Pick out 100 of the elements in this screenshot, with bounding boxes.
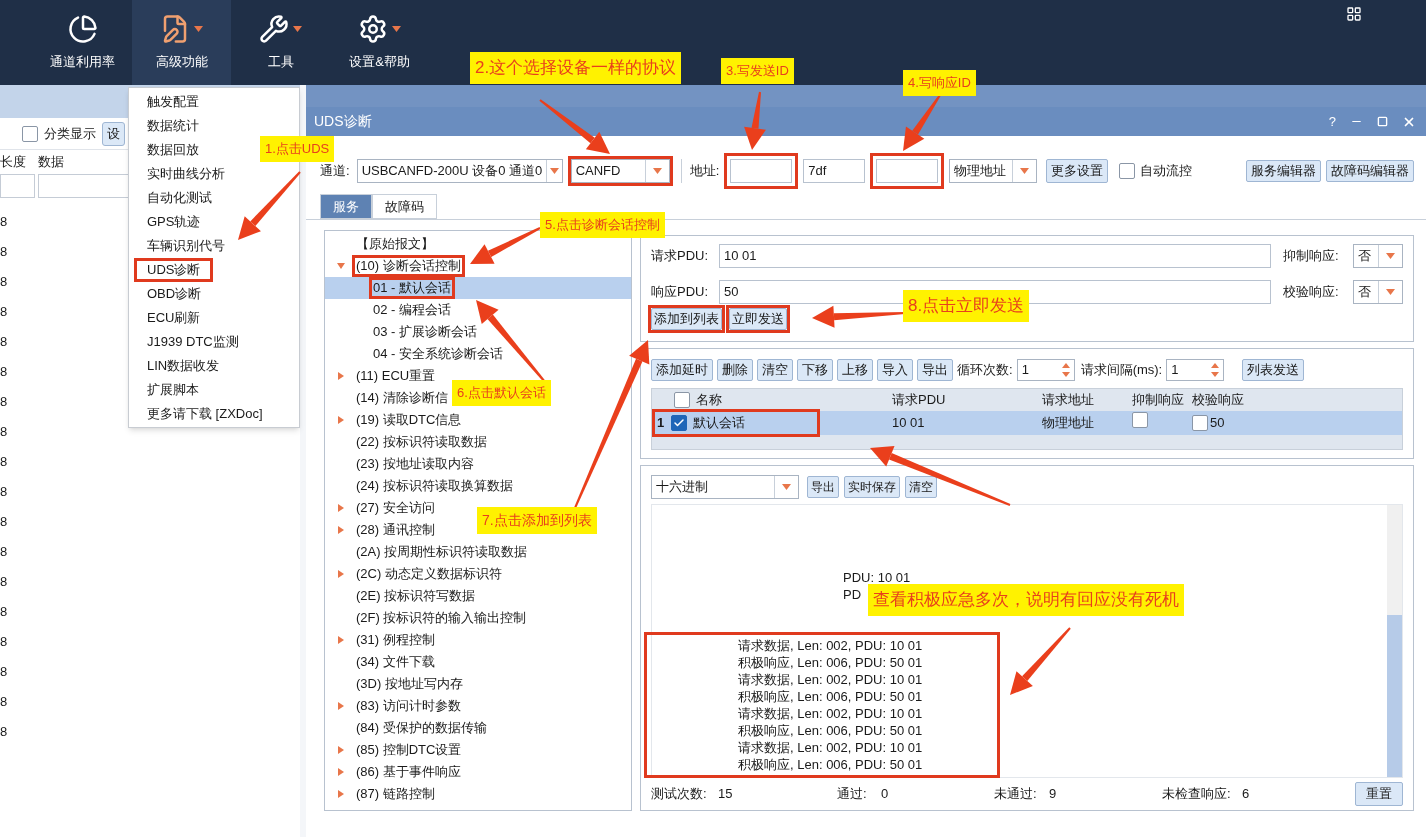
toolbar-button[interactable]: 删除 <box>717 359 753 381</box>
yes-no-select[interactable]: 否 <box>1353 280 1403 304</box>
menu-item[interactable]: 车辆识别代号 <box>147 236 225 256</box>
response-id-field[interactable] <box>876 159 939 183</box>
tree-item[interactable]: 01 - 默认会话 <box>373 278 451 298</box>
tab[interactable]: 服务 <box>320 194 372 219</box>
menu-item[interactable]: LIN数据收发 <box>147 356 220 376</box>
tree-item[interactable]: (2E) 按标识符写数据 <box>356 586 476 606</box>
tab[interactable]: 故障码 <box>372 194 437 219</box>
collapsed-caret-icon[interactable] <box>337 504 345 512</box>
request-id-field[interactable] <box>730 159 793 183</box>
tree-item[interactable]: (27) 安全访问 <box>356 498 435 518</box>
tree-item[interactable]: (86) 基于事件响应 <box>356 762 461 782</box>
menu-item[interactable]: ECU刷新 <box>147 308 201 328</box>
toolbar-button[interactable]: 实时保存 <box>844 476 900 498</box>
menu-item[interactable]: J1939 DTC监测 <box>147 332 239 352</box>
toolbar-item[interactable]: 高级功能 <box>132 0 231 85</box>
toolbar-item[interactable]: 工具 <box>231 0 330 85</box>
toolbar-button[interactable]: 故障码编辑器 <box>1326 160 1414 182</box>
checkbox[interactable] <box>1192 415 1208 431</box>
checkbox[interactable] <box>1132 412 1148 429</box>
protocol-select[interactable]: CANFD <box>570 159 670 183</box>
tree-item[interactable]: (85) 控制DTC设置 <box>356 740 462 760</box>
grid-icon[interactable] <box>1346 6 1362 22</box>
expanded-caret-icon[interactable] <box>337 262 345 270</box>
menu-item[interactable]: 更多请下载 [ZXDoc] <box>147 404 263 424</box>
menu-item[interactable]: 触发配置 <box>147 92 199 112</box>
tree-item[interactable]: (2F) 按标识符的输入输出控制 <box>356 608 527 628</box>
collapsed-caret-icon[interactable] <box>337 790 345 798</box>
selected-row-highlight[interactable]: 01 - 默认会话 <box>325 277 631 299</box>
table-row[interactable]: 1 默认会话 10 01 物理地址 50 <box>652 411 1402 435</box>
checkbox[interactable] <box>1119 163 1136 179</box>
collapsed-caret-icon[interactable] <box>337 702 345 710</box>
toolbar-item[interactable]: 通道利用率 <box>33 0 132 85</box>
tree-item[interactable]: (14) 清除诊断信 <box>356 388 448 408</box>
toolbar-button[interactable]: 导入 <box>877 359 913 381</box>
scrollbar[interactable] <box>1387 505 1402 777</box>
collapsed-caret-icon[interactable] <box>337 526 345 534</box>
tree-item[interactable]: 02 - 编程会话 <box>373 300 451 320</box>
tree-item[interactable]: (3D) 按地址写内存 <box>356 674 463 694</box>
collapsed-caret-icon[interactable] <box>337 768 345 776</box>
tree-item[interactable]: 04 - 安全系统诊断会话 <box>373 344 503 364</box>
tree-item[interactable]: (10) 诊断会话控制 <box>356 256 461 276</box>
number-field[interactable]: 1 <box>1016 359 1075 381</box>
checkbox[interactable] <box>671 415 687 431</box>
menu-item[interactable]: UDS诊断 <box>147 260 201 280</box>
tree-item[interactable]: (23) 按地址读取内容 <box>356 454 474 474</box>
menu-item[interactable]: 数据统计 <box>147 116 199 136</box>
address-type-select[interactable]: 物理地址 <box>949 159 1038 183</box>
filter-field[interactable] <box>0 174 35 198</box>
tree-item[interactable]: (2C) 动态定义数据标识符 <box>356 564 502 584</box>
toolbar-button[interactable]: 下移 <box>797 359 833 381</box>
maximize-icon[interactable] <box>1377 116 1388 128</box>
tree-item[interactable]: (34) 文件下载 <box>356 652 435 672</box>
tree-item[interactable]: (31) 例程控制 <box>356 630 435 650</box>
reset-button[interactable]: 重置 <box>1355 782 1403 806</box>
menu-item[interactable]: 自动化测试 <box>147 188 212 208</box>
tree-item[interactable]: (83) 访问计时参数 <box>356 696 461 716</box>
yes-no-select[interactable]: 否 <box>1353 244 1403 268</box>
collapsed-caret-icon[interactable] <box>337 746 345 754</box>
toolbar-button[interactable]: 导出 <box>807 476 839 498</box>
tree-item[interactable]: (87) 链路控制 <box>356 784 435 804</box>
log-line: 积极响应, Len: 006, PDU: 50 01 <box>738 756 923 773</box>
number-field[interactable]: 1 <box>1166 359 1225 381</box>
menu-item[interactable]: 数据回放 <box>147 140 199 160</box>
toolbar-button[interactable]: 清空 <box>905 476 937 498</box>
menu-item[interactable]: GPS轨迹 <box>147 212 201 232</box>
toolbar-button[interactable]: 添加延时 <box>651 359 713 381</box>
pdu-field[interactable]: 10 01 <box>719 244 1271 268</box>
toolbar-item[interactable]: 设置&帮助 <box>330 0 429 85</box>
collapsed-caret-icon[interactable] <box>337 570 345 578</box>
tree-item[interactable]: (24) 按标识符读取换算数据 <box>356 476 513 496</box>
tree-item[interactable]: (28) 通讯控制 <box>356 520 435 540</box>
channel-select[interactable]: USBCANFD-200U 设备0 通道0 <box>356 159 563 183</box>
tree-item[interactable]: 【原始报文】 <box>356 234 434 254</box>
menu-item[interactable]: 扩展脚本 <box>147 380 199 400</box>
tree-item[interactable]: (22) 按标识符读取数据 <box>356 432 487 452</box>
collapsed-caret-icon[interactable] <box>337 636 345 644</box>
menu-item[interactable]: 实时曲线分析 <box>147 164 225 184</box>
select-all-checkbox[interactable] <box>674 392 690 408</box>
menu-item[interactable]: OBD诊断 <box>147 284 202 304</box>
toolbar-button[interactable]: 更多设置 <box>1046 159 1109 183</box>
collapsed-caret-icon[interactable] <box>337 416 345 424</box>
tree-item[interactable]: (11) ECU重置 <box>356 366 436 386</box>
tree-item[interactable]: (19) 读取DTC信息 <box>356 410 462 430</box>
toolbar-button[interactable]: 服务编辑器 <box>1246 160 1321 182</box>
action-button[interactable]: 添加到列表 <box>651 308 722 330</box>
settings-button[interactable]: 设 <box>102 121 125 146</box>
checkbox[interactable] <box>22 125 38 142</box>
toolbar-button[interactable]: 上移 <box>837 359 873 381</box>
functional-id-field[interactable]: 7df <box>803 159 866 183</box>
collapsed-caret-icon[interactable] <box>337 372 345 380</box>
format-select[interactable]: 十六进制 <box>651 475 799 499</box>
tree-item[interactable]: (84) 受保护的数据传输 <box>356 718 487 738</box>
tree-item[interactable]: (2A) 按周期性标识符读取数据 <box>356 542 528 562</box>
toolbar-button[interactable]: 清空 <box>757 359 793 381</box>
toolbar-button[interactable]: 导出 <box>917 359 953 381</box>
tree-item[interactable]: 03 - 扩展诊断会话 <box>373 322 477 342</box>
action-button[interactable]: 立即发送 <box>729 308 787 330</box>
toolbar-button[interactable]: 列表发送 <box>1242 359 1305 381</box>
